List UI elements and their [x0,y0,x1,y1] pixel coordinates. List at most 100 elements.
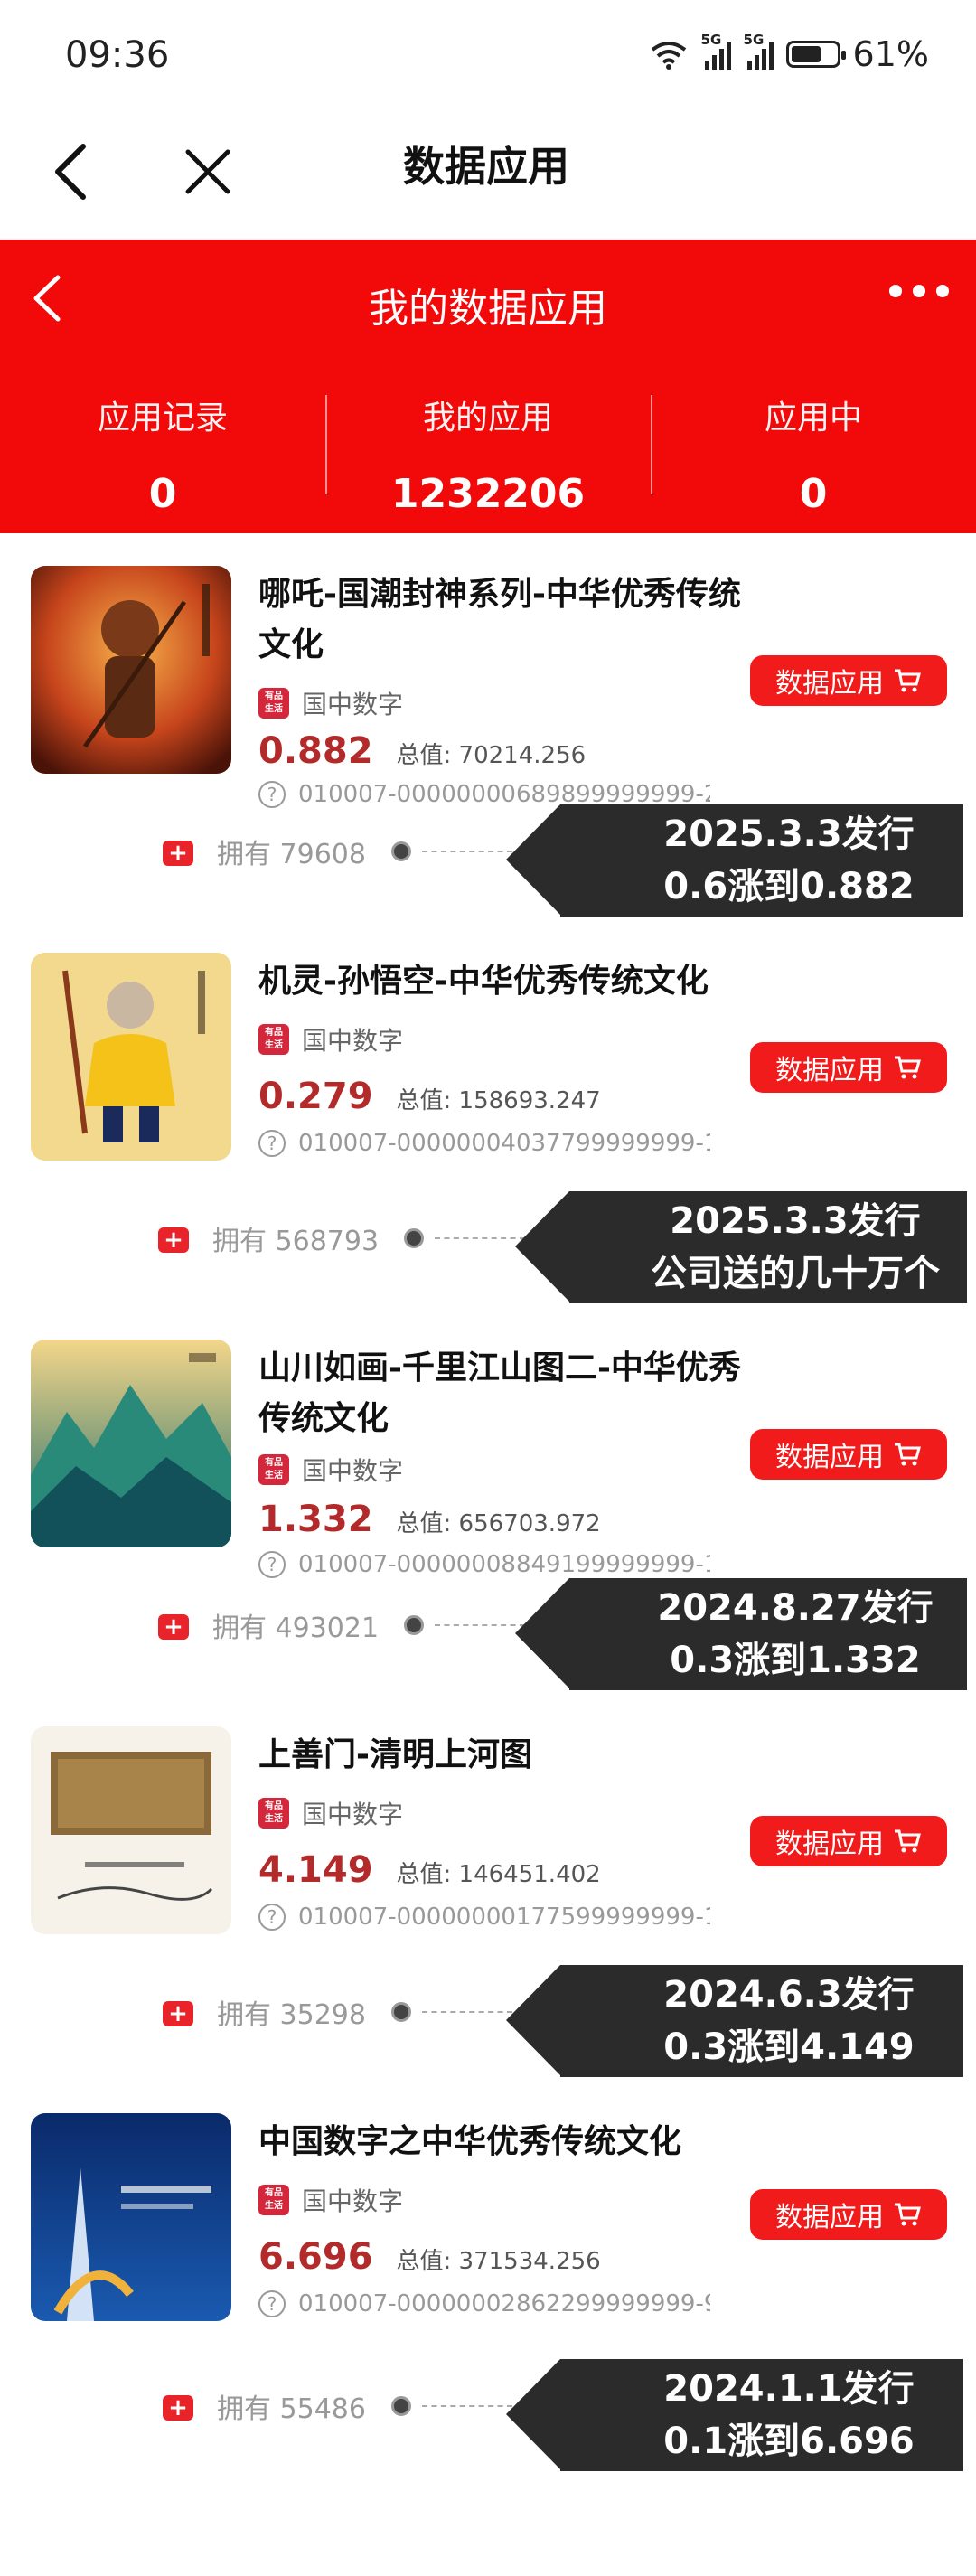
issuer-logo-icon: 有品 生活 [258,688,289,719]
issuer-logo-icon: 有品 生活 [258,1024,289,1055]
item-total: 总值: 70214.256 [396,742,587,769]
connector-dot [390,2002,411,2022]
code-row: ? 010007-00000000177599999999-1 [258,1904,710,1931]
item-price: 1.332 [258,1499,373,1540]
price-row: 6.696 总值: 371534.256 [258,2236,601,2278]
own-count: 拥有 79608 [217,839,366,870]
list-item[interactable]: 山川如画-千里江山图二-中华优秀传统文化 有品 生活 国中数字 1.332 总值:… [0,1307,976,1694]
status-indicators: 5G 5G 61% [649,32,929,74]
issuer-logo-icon: 有品 生活 [258,1798,289,1829]
item-code: 010007-00000004037799999999-1 [298,1130,710,1157]
holdings-icon: + [163,1998,197,2026]
item-price: 6.696 [258,2236,373,2278]
own-count: 拥有 35298 [217,1999,366,2031]
item-name: 哪吒-国潮封神系列-中华优秀传统文化 [258,576,741,663]
price-row: 0.279 总值: 158693.247 [258,1076,601,1117]
issuer-name: 国中数字 [302,1456,404,1486]
cart-icon [895,1056,921,1079]
connector-dot [390,2396,411,2416]
item-total: 总值: 656703.972 [396,1510,601,1537]
connector-line [435,1237,526,1239]
price-row: 1.332 总值: 656703.972 [258,1499,601,1540]
item-price: 4.149 [258,1849,373,1891]
item-code: 010007-00000008849199999999-1 [298,1551,710,1578]
wifi-icon [651,42,686,70]
item-name: 机灵-孙悟空-中华优秀传统文化 [258,963,709,1000]
issuer-name: 国中数字 [302,1026,404,1056]
connector-line [421,2405,512,2407]
item-thumbnail [31,1340,231,1547]
help-icon[interactable]: ? [258,1130,286,1157]
connector-line [435,1624,526,1626]
list-item[interactable]: 机灵-孙悟空-中华优秀传统文化 有品 生活 国中数字 0.279 总值: 1586… [0,920,976,1307]
annotation-tag: 2024.8.27发行 0.3涨到1.332 [515,1578,967,1690]
annotation-tag: 2025.3.3发行 0.6涨到0.882 [506,804,963,917]
own-count: 拥有 55486 [217,2393,366,2425]
item-name: 中国数字之中华优秀传统文化 [258,2123,682,2160]
data-apply-button[interactable]: 数据应用 [750,1429,947,1480]
list-item[interactable]: 中国数字之中华优秀传统文化 有品 生活 国中数字 6.696 总值: 371534… [0,2081,976,2471]
cart-icon [895,2203,921,2226]
help-icon[interactable]: ? [258,1551,286,1578]
code-row: ? 010007-00000008849199999999-1 [258,1551,710,1578]
stat-my-apps[interactable]: 我的应用 1232206 [325,375,651,520]
issuer: 有品 生活 国中数字 [258,2182,403,2218]
own-row: + 拥有 79608 [163,832,512,871]
data-apply-button[interactable]: 数据应用 [750,1816,947,1866]
cart-icon [895,1443,921,1466]
more-options-icon[interactable] [889,285,949,297]
connector-dot [404,1615,425,1635]
status-bar: 09:36 5G 5G 61% [0,0,976,108]
connector-dot [390,841,411,861]
issuer-logo-icon: 有品 生活 [258,1454,289,1485]
stat-in-use[interactable]: 应用中 0 [651,375,976,520]
issuer-name: 国中数字 [302,690,404,719]
issuer: 有品 生活 国中数字 [258,1795,403,1831]
stat-records[interactable]: 应用记录 0 [0,375,325,520]
item-thumbnail [31,2113,231,2321]
stats-row: 应用记录 0 我的应用 1232206 应用中 0 [0,375,976,520]
data-apply-button[interactable]: 数据应用 [750,2189,947,2240]
help-icon[interactable]: ? [258,2290,286,2317]
holdings-icon: + [158,1611,192,1640]
code-row: ? 010007-00000002862299999999-9 [258,2290,710,2317]
annotation-tag: 2024.1.1发行 0.1涨到6.696 [506,2359,963,2471]
own-row: + 拥有 55486 [163,2386,512,2426]
item-name: 山川如画-千里江山图二-中华优秀传统文化 [258,1349,741,1437]
holdings-icon: + [158,1224,192,1253]
own-count: 拥有 493021 [212,1612,380,1644]
connector-dot [404,1228,425,1248]
page-title: 数据应用 [403,142,569,191]
help-icon[interactable]: ? [258,781,286,808]
item-code: 010007-00000002862299999999-9 [298,2290,710,2317]
help-icon[interactable]: ? [258,1904,286,1931]
header-title: 我的数据应用 [369,286,607,332]
item-price: 0.882 [258,730,373,772]
issuer-name: 国中数字 [302,1800,404,1829]
connector-line [421,851,512,852]
issuer: 有品 生活 国中数字 [258,1452,403,1488]
own-row: + 拥有 493021 [158,1605,526,1645]
data-apply-button[interactable]: 数据应用 [750,1042,947,1093]
item-total: 总值: 158693.247 [396,1087,601,1114]
issuer: 有品 生活 国中数字 [258,685,403,721]
list-item[interactable]: 哪吒-国潮封神系列-中华优秀传统文化 有品 生活 国中数字 0.882 总值: 7… [0,533,976,920]
issuer: 有品 生活 国中数字 [258,1021,403,1058]
battery-percent: 61% [852,34,929,74]
status-time: 09:36 [65,34,170,76]
own-row: + 拥有 568793 [158,1218,526,1258]
holdings-icon: + [163,2392,197,2421]
item-thumbnail [31,566,231,774]
item-price: 0.279 [258,1076,373,1117]
item-name: 上善门-清明上河图 [258,1736,532,1773]
cart-icon [895,669,921,692]
signal-icon-2: 5G [744,32,774,70]
connector-line [421,2011,512,2013]
data-apply-button[interactable]: 数据应用 [750,655,947,706]
annotation-tag: 2025.3.3发行 公司送的几十万个 [515,1191,967,1303]
list-item[interactable]: 上善门-清明上河图 有品 生活 国中数字 4.149 总值: 146451.402… [0,1694,976,2081]
price-row: 0.882 总值: 70214.256 [258,730,586,772]
code-row: ? 010007-00000004037799999999-1 [258,1130,710,1157]
own-count: 拥有 568793 [212,1226,380,1257]
holdings-icon: + [163,837,197,866]
